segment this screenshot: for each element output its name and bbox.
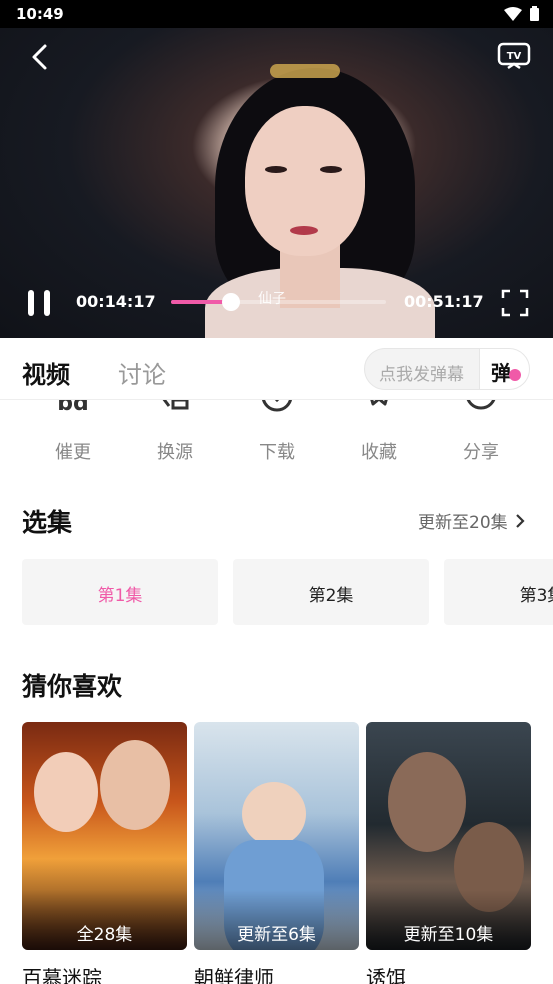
- episodes-more-label: 更新至20集: [418, 513, 508, 533]
- recommend-title: 猜你喜欢: [22, 672, 123, 701]
- poster-figure: [242, 782, 306, 846]
- urge-icon: bd: [57, 400, 89, 416]
- video-frame-ornament: [270, 64, 340, 78]
- poster-figure: [34, 752, 98, 832]
- poster-figure: [388, 752, 466, 852]
- episode-item[interactable]: 第2集: [233, 559, 429, 625]
- svg-text:TV: TV: [507, 51, 522, 62]
- current-time: 00:14:17: [76, 292, 156, 311]
- danmu-placeholder: 点我发弹幕: [379, 365, 464, 385]
- video-frame-lips: [290, 226, 318, 235]
- episodes-more-link[interactable]: 更新至20集: [418, 508, 526, 533]
- system-icons: [504, 6, 539, 21]
- poster-image: [194, 722, 359, 950]
- status-bar: 10:49: [0, 0, 553, 28]
- action-row: bd 催更 换源 下载 收藏 分享: [0, 400, 553, 470]
- download-icon: [262, 400, 292, 412]
- action-label: 收藏: [361, 442, 397, 463]
- poster-caption: 更新至10集: [403, 925, 494, 945]
- action-label: 下载: [259, 442, 295, 463]
- status-time: 10:49: [16, 5, 64, 23]
- recommend-card-title: 诱饵: [366, 966, 406, 984]
- tab-bar: 视频 讨论 点我发弹幕 弹: [0, 338, 553, 400]
- episode-label: 第2集: [308, 586, 354, 606]
- check-icon: [509, 369, 521, 381]
- action-label: 催更: [55, 442, 91, 463]
- fullscreen-icon[interactable]: [500, 288, 530, 318]
- episode-label: 第3集: [519, 586, 553, 606]
- episode-list: 第1集 第2集 第3集: [22, 559, 553, 625]
- pause-icon: [44, 290, 50, 316]
- tab-discussion[interactable]: 讨论: [118, 355, 166, 390]
- pause-icon: [28, 290, 34, 316]
- svg-text:bd: bd: [57, 400, 89, 416]
- poster-image: [366, 722, 531, 950]
- chevron-right-icon: [515, 513, 525, 528]
- poster-caption: 更新至6集: [237, 925, 316, 945]
- recommend-card-title: 百慕迷踪: [22, 966, 102, 984]
- wifi-icon: [504, 6, 522, 21]
- total-time: 00:51:17: [404, 292, 484, 311]
- poster-image: [22, 722, 187, 950]
- share-icon: [466, 400, 496, 410]
- danmu-toggle-button[interactable]: 弹: [479, 349, 529, 389]
- danmu-input[interactable]: 点我发弹幕 弹: [364, 348, 530, 390]
- episode-label: 第1集: [97, 586, 143, 606]
- back-arrow-icon[interactable]: [26, 42, 56, 72]
- star-icon: [370, 400, 388, 406]
- danmu-button-label: 弹: [491, 361, 511, 385]
- recommend-list: 全28集 百慕迷踪 更新至6集 朝鲜律师 更新至10集 诱饵: [22, 722, 553, 984]
- episodes-title: 选集: [22, 508, 73, 537]
- action-label: 分享: [463, 442, 499, 463]
- switch-source-icon: [162, 400, 189, 410]
- tab-video[interactable]: 视频: [22, 355, 70, 390]
- poster-figure: [100, 740, 170, 830]
- tv-cast-icon[interactable]: TV: [497, 41, 531, 71]
- episode-item[interactable]: 第1集: [22, 559, 218, 625]
- video-subtitle: 仙子: [258, 291, 286, 307]
- action-label: 换源: [157, 442, 193, 463]
- battery-icon: [530, 6, 539, 21]
- pause-button[interactable]: [24, 288, 56, 318]
- video-frame-eye: [320, 166, 342, 173]
- video-frame-eye: [265, 166, 287, 173]
- poster-caption: 全28集: [76, 925, 133, 945]
- recommend-card-title: 朝鲜律师: [194, 966, 274, 984]
- episode-item[interactable]: 第3集: [444, 559, 553, 625]
